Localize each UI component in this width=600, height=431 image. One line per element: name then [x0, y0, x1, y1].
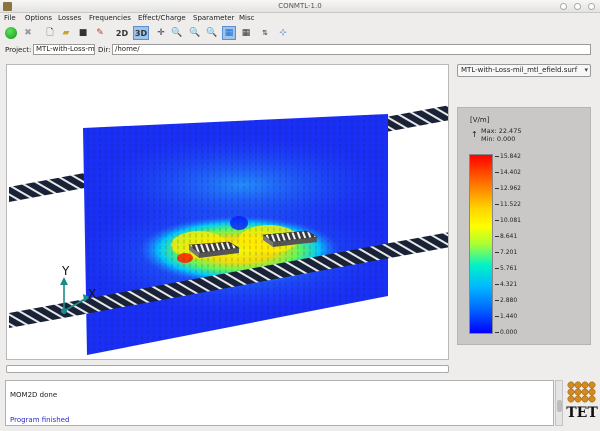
legend-tick-label: 14.402	[500, 169, 521, 176]
x-axis-label: X	[88, 287, 97, 301]
edit-icon[interactable]: ✎	[93, 26, 107, 40]
legend-tick-label: 2.880	[500, 297, 518, 304]
menu-sparameter[interactable]: Sparameter	[193, 14, 234, 22]
stop-icon[interactable]: ✖	[21, 26, 35, 40]
legend-tick-label: 10.081	[500, 217, 521, 224]
legend-tick-mark	[495, 188, 499, 189]
toolbar: ✖ 🗋 ▰ ■ ✎ 2D 3D ✛ 🔍 🔍 🔍 ▦ ▦ ⇅ ⊹	[0, 24, 600, 42]
legend-tick-mark	[495, 172, 499, 173]
logo-text: TET	[566, 405, 598, 421]
project-label: Project:	[5, 46, 32, 54]
legend-tick-label: 12.962	[500, 185, 521, 192]
new-file-icon[interactable]: 🗋	[43, 26, 57, 40]
legend-tick-mark	[495, 220, 499, 221]
view-2d-button[interactable]: 2D	[114, 26, 130, 40]
console-scrollbar[interactable]	[555, 380, 563, 426]
legend-tick-mark	[495, 284, 499, 285]
view-3d-button[interactable]: 3D	[133, 26, 149, 40]
grid-icon[interactable]: ▦	[239, 26, 253, 40]
menu-options[interactable]: Options	[25, 14, 52, 22]
move-icon[interactable]: ✛	[154, 26, 168, 40]
dir-label: Dir:	[98, 46, 111, 54]
legend-tick-label: 8.641	[500, 233, 518, 240]
legend-tick-label: 11.522	[500, 201, 521, 208]
menu-file[interactable]: File	[4, 14, 16, 22]
legend-tick-label: 0.000	[500, 329, 518, 336]
color-legend: [V/m] ↑ Max: 22.475 Min: 0.000 15.842 14.…	[457, 107, 591, 345]
chevron-down-icon: ▾	[584, 66, 588, 74]
legend-tick-mark	[495, 204, 499, 205]
save-icon[interactable]: ■	[76, 26, 90, 40]
legend-tick-mark	[495, 268, 499, 269]
minimize-icon[interactable]	[560, 3, 567, 10]
legend-tick-label: 5.761	[500, 265, 518, 272]
legend-tick-label: 7.201	[500, 249, 518, 256]
legend-min-value: 0.000	[496, 135, 516, 143]
legend-min: Min: 0.000	[481, 135, 516, 143]
menu-losses[interactable]: Losses	[58, 14, 81, 22]
window-title: CONMTL-1.0	[278, 2, 322, 10]
menu-frequencies[interactable]: Frequencies	[89, 14, 131, 22]
legend-tick-label: 4.321	[500, 281, 518, 288]
zoom-out-icon[interactable]: 🔍	[188, 26, 202, 40]
menu-misc[interactable]: Misc	[239, 14, 254, 22]
menu-bar: File Options Losses Frequencies Effect/C…	[0, 13, 600, 24]
project-field[interactable]: MTL-with-Loss-mil	[33, 44, 95, 55]
legend-max-value: 22.475	[498, 127, 522, 135]
console-line: Program finished	[10, 416, 70, 424]
legend-tick-mark	[495, 316, 499, 317]
field-plot-icon[interactable]: ▦	[222, 26, 236, 40]
colorbar	[469, 154, 493, 334]
legend-max: Max: 22.475	[481, 127, 522, 135]
legend-tick-mark	[495, 300, 499, 301]
console-line: MOM2D done	[10, 391, 58, 399]
legend-tick-label: 1.440	[500, 313, 518, 320]
run-icon[interactable]	[5, 27, 17, 39]
legend-tick-mark	[495, 252, 499, 253]
legend-tick-mark	[495, 156, 499, 157]
tet-logo: TET	[564, 380, 598, 428]
title-bar: CONMTL-1.0	[0, 0, 600, 13]
flip-icon[interactable]: ⇅	[258, 26, 272, 40]
axis-icon[interactable]: ⊹	[276, 26, 290, 40]
close-icon[interactable]	[588, 3, 595, 10]
project-bar: Project: MTL-with-Loss-mil Dir: /home/	[0, 43, 600, 57]
legend-tick-mark	[495, 236, 499, 237]
console-output[interactable]: MOM2D done Program finished	[5, 380, 554, 426]
legend-unit: [V/m]	[470, 116, 490, 124]
zoom-fit-icon[interactable]: 🔍	[205, 26, 219, 40]
legend-tick-mark	[495, 332, 499, 333]
progress-bar	[6, 365, 449, 373]
menu-effect-charge[interactable]: Effect/Charge	[138, 14, 186, 22]
surface-select-value: MTL-with-Loss-mil_mtl_efield.surf	[461, 66, 578, 74]
open-folder-icon[interactable]: ▰	[59, 26, 73, 40]
surface-select[interactable]: MTL-with-Loss-mil_mtl_efield.surf ▾	[457, 64, 591, 77]
zoom-in-icon[interactable]: 🔍	[170, 26, 184, 40]
legend-tick-label: 15.842	[500, 153, 521, 160]
max-min-arrow-icon: ↑	[471, 130, 478, 139]
y-axis-label: Y	[62, 264, 70, 278]
3d-viewport[interactable]: Y X	[6, 64, 449, 360]
maximize-icon[interactable]	[574, 3, 581, 10]
dir-field[interactable]: /home/	[112, 44, 591, 55]
scroll-thumb[interactable]	[557, 400, 562, 412]
